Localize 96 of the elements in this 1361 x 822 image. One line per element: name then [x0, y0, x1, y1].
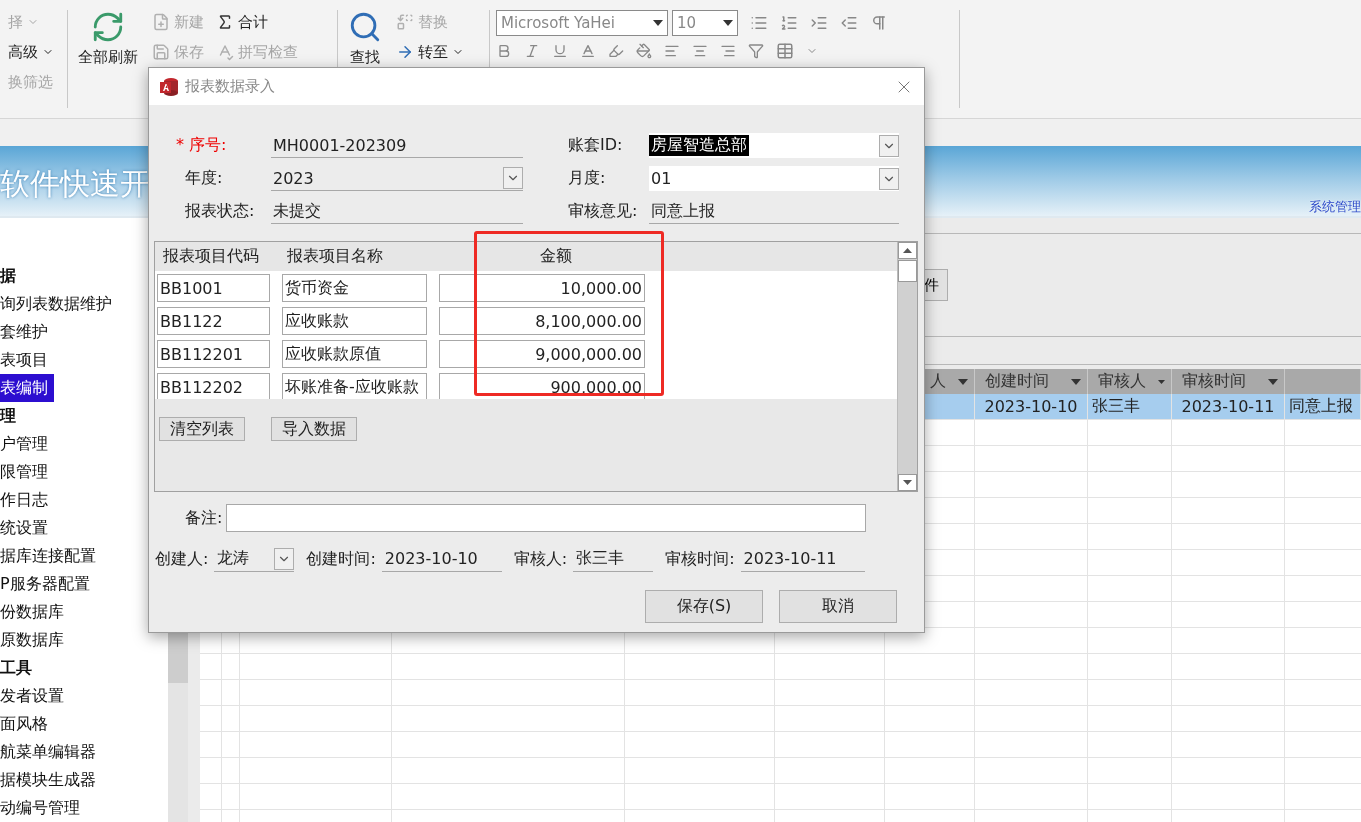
- dropdown-arrow-icon: [1158, 378, 1165, 385]
- table-cell: 张三丰: [1088, 394, 1172, 420]
- field-label: 备注:: [185, 507, 223, 529]
- text-field[interactable]: BB112202: [157, 373, 270, 399]
- subform-button[interactable]: 导入数据: [271, 417, 357, 441]
- column-header: 报表项目名称: [286, 246, 384, 267]
- italic-icon[interactable]: [524, 43, 540, 59]
- text-field[interactable]: 坏账准备-应收账款: [282, 373, 427, 399]
- table-cell: 同意上报: [1285, 394, 1361, 420]
- text-field[interactable]: BB1001: [157, 274, 270, 302]
- filter-icon[interactable]: [748, 43, 764, 59]
- text-field[interactable]: 应收账款: [282, 307, 427, 335]
- scroll-down-icon[interactable]: [903, 480, 912, 485]
- combo-box[interactable]: 01: [649, 166, 899, 191]
- text-field[interactable]: 10,000.00: [439, 274, 645, 302]
- app-logo-icon: [159, 76, 179, 97]
- text-field[interactable]: 应收账款原值: [282, 340, 427, 368]
- text-field[interactable]: MH0001-202309: [271, 133, 523, 158]
- text-field[interactable]: 2023-10-11: [740, 546, 865, 572]
- text-field[interactable]: 未提交: [271, 199, 523, 224]
- scrollbar[interactable]: [897, 242, 917, 491]
- underline-icon[interactable]: [552, 43, 568, 59]
- scroll-up-icon[interactable]: [903, 248, 912, 253]
- ribbon-button[interactable]: 合计: [214, 10, 300, 34]
- align-right-icon[interactable]: [720, 43, 736, 59]
- column-header[interactable]: 审核人: [1088, 369, 1172, 394]
- remark-field[interactable]: [226, 504, 867, 532]
- indent-icon[interactable]: [810, 14, 828, 32]
- align-left-icon[interactable]: [664, 43, 680, 59]
- dropdown-arrow-icon: [1071, 378, 1081, 385]
- nav-item[interactable]: 动编号管理: [0, 794, 168, 822]
- nav-item[interactable]: 面风格: [0, 710, 168, 738]
- paragraph-icon[interactable]: [870, 14, 888, 32]
- numbered-list-icon[interactable]: [780, 14, 798, 32]
- font-size-select[interactable]: 10: [672, 10, 738, 36]
- nav-item[interactable]: 发者设置: [0, 682, 168, 710]
- text-field[interactable]: BB112201: [157, 340, 270, 368]
- paint-bucket-icon[interactable]: [636, 43, 652, 59]
- table-cell: 2023-10-10: [975, 394, 1088, 420]
- table-icon[interactable]: [776, 42, 794, 60]
- text-field[interactable]: BB1122: [157, 307, 270, 335]
- field-label: 月度:: [567, 168, 607, 189]
- field-label: 报表状态:: [184, 201, 256, 222]
- refresh-all-button[interactable]: 全部刷新: [74, 10, 142, 108]
- font-select[interactable]: Microsoft YaHei: [496, 10, 668, 36]
- text-field[interactable]: 9,000,000.00: [439, 340, 645, 368]
- nav-section-heading: 据: [0, 265, 17, 287]
- dropdown-arrow-icon: [653, 20, 663, 26]
- bold-icon[interactable]: [496, 43, 512, 59]
- highlighter-icon[interactable]: [608, 43, 624, 59]
- field-label: 审核意见:: [567, 201, 639, 222]
- field-label: * 序号:: [176, 135, 228, 156]
- align-center-icon[interactable]: [692, 43, 708, 59]
- field-label: 创建人:: [155, 548, 209, 570]
- text-field[interactable]: 货币资金: [282, 274, 427, 302]
- field-label: 审核时间:: [665, 548, 735, 570]
- combo-box[interactable]: 房屋智造总部: [649, 133, 899, 158]
- text-field[interactable]: 8,100,000.00: [439, 307, 645, 335]
- find-button[interactable]: 查找: [344, 10, 386, 108]
- banner-subtitle: 系统管理: [1309, 198, 1361, 216]
- text-field[interactable]: 张三丰: [573, 546, 654, 572]
- combo-box[interactable]: 2023: [271, 166, 523, 191]
- outdent-icon[interactable]: [840, 14, 858, 32]
- nav-item[interactable]: 航菜单编辑器: [0, 738, 168, 766]
- combo-box[interactable]: 龙涛: [214, 546, 295, 572]
- field-label: 账套ID:: [567, 135, 624, 156]
- nav-section-heading: 理: [0, 405, 17, 427]
- nav-item[interactable]: 原数据库: [0, 626, 168, 654]
- dialog-button[interactable]: 取消: [779, 590, 897, 623]
- dropdown-arrow-icon: [723, 20, 733, 26]
- field-label: 年度:: [184, 168, 224, 189]
- field-label: 审核人:: [513, 548, 568, 570]
- column-header: 报表项目代码: [162, 246, 260, 267]
- text-field[interactable]: 2023-10-10: [381, 546, 502, 572]
- app-title: 软件快速开: [0, 165, 150, 203]
- ribbon-button[interactable]: 转至: [394, 40, 466, 64]
- nav-item[interactable]: 据模块生成器: [0, 766, 168, 794]
- field-label: 创建时间:: [306, 548, 376, 570]
- scroll-thumb[interactable]: [898, 260, 917, 282]
- table-cell: 2023-10-11: [1172, 394, 1285, 420]
- dialog-title: 报表数据录入: [185, 77, 276, 96]
- bullet-list-icon[interactable]: [750, 14, 768, 32]
- column-header[interactable]: 审核时间: [1172, 369, 1285, 394]
- dropdown-arrow-icon: [958, 378, 968, 385]
- text-field[interactable]: 同意上报: [649, 199, 899, 224]
- dialog-button[interactable]: 保存(S): [645, 590, 763, 623]
- search-icon: [348, 10, 382, 44]
- nav-item[interactable]: 表编制: [0, 374, 54, 402]
- subform-button[interactable]: 清空列表: [159, 417, 245, 441]
- nav-section-heading: 工具: [0, 657, 33, 679]
- ribbon-button[interactable]: 高级: [6, 40, 56, 64]
- column-header: 金额: [539, 246, 573, 267]
- refresh-icon: [91, 10, 125, 44]
- column-header[interactable]: 创建时间: [975, 369, 1088, 394]
- font-color-icon[interactable]: [580, 43, 596, 59]
- dropdown-arrow-icon: [1268, 378, 1278, 385]
